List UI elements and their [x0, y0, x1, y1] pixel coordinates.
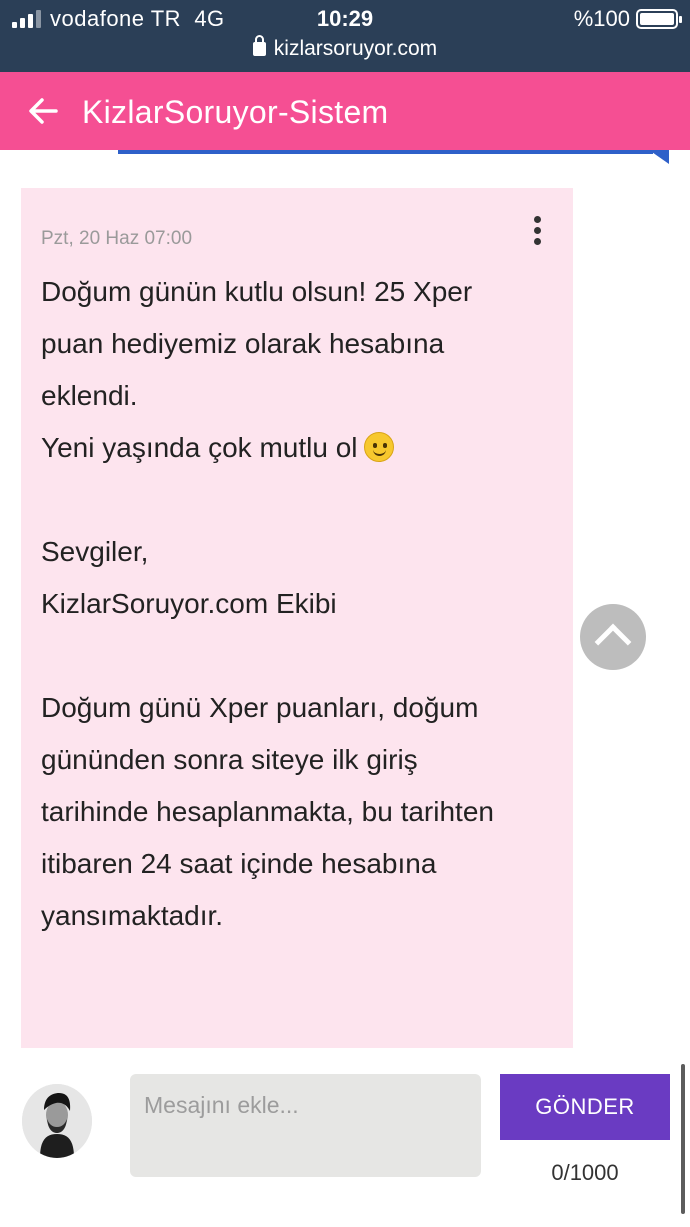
message-line: gününden sonra siteye ilk giriş [41, 744, 418, 775]
chevron-up-icon [594, 623, 632, 661]
send-button[interactable]: GÖNDER [500, 1074, 670, 1140]
message-line: Yeni yaşında çok mutlu ol [41, 432, 358, 463]
battery-icon [636, 9, 682, 29]
address-bar[interactable]: kizlarsoruyor.com [0, 35, 690, 61]
message-line: itibaren 24 saat içinde hesabına [41, 848, 437, 879]
scroll-to-top-button[interactable] [580, 604, 646, 670]
message-input[interactable] [130, 1074, 481, 1177]
page-title: KizlarSoruyor-Sistem [82, 94, 389, 130]
message-bubble: Pzt, 20 Haz 07:00 Doğum günün kutlu olsu… [21, 188, 573, 1048]
compose-bar: GÖNDER 0/1000 [0, 1048, 690, 1227]
app-bar: KizlarSoruyor-Sistem [0, 72, 690, 150]
message-line: KizlarSoruyor.com Ekibi [41, 588, 337, 619]
message-line: yansımaktadır. [41, 900, 224, 931]
battery-percent: %100 [573, 6, 630, 31]
character-counter: 0/1000 [551, 1160, 619, 1185]
url-text: kizlarsoruyor.com [273, 37, 438, 60]
back-arrow-icon[interactable] [26, 94, 60, 128]
avatar[interactable] [22, 1084, 92, 1158]
message-line: eklendi. [41, 380, 138, 411]
message-line: puan hediyemiz olarak hesabına [41, 328, 445, 359]
message-line: Sevgiler, [41, 536, 149, 567]
lock-icon [252, 35, 266, 56]
message-line: Doğum günü Xper puanları, doğum [41, 692, 479, 723]
status-bar: vodafone TR 4G 10:29 %100 kizlarsoruyor.… [0, 0, 690, 72]
tab-indicator-tip [649, 150, 669, 164]
tab-indicator [118, 150, 653, 154]
more-options-icon[interactable] [529, 216, 545, 252]
message-line: tarihinde hesaplanmakta, bu tarihten [41, 796, 494, 827]
page-scrollbar[interactable] [681, 1064, 685, 1214]
message-line-with-emoji: Yeni yaşında çok mutlu ol [41, 422, 561, 474]
smiley-icon [363, 432, 394, 462]
message-text: Doğum günün kutlu olsun! 25 Xper puan he… [41, 266, 561, 942]
message-line: Doğum günün kutlu olsun! 25 Xper [41, 276, 473, 307]
message-timestamp: Pzt, 20 Haz 07:00 [41, 228, 193, 249]
